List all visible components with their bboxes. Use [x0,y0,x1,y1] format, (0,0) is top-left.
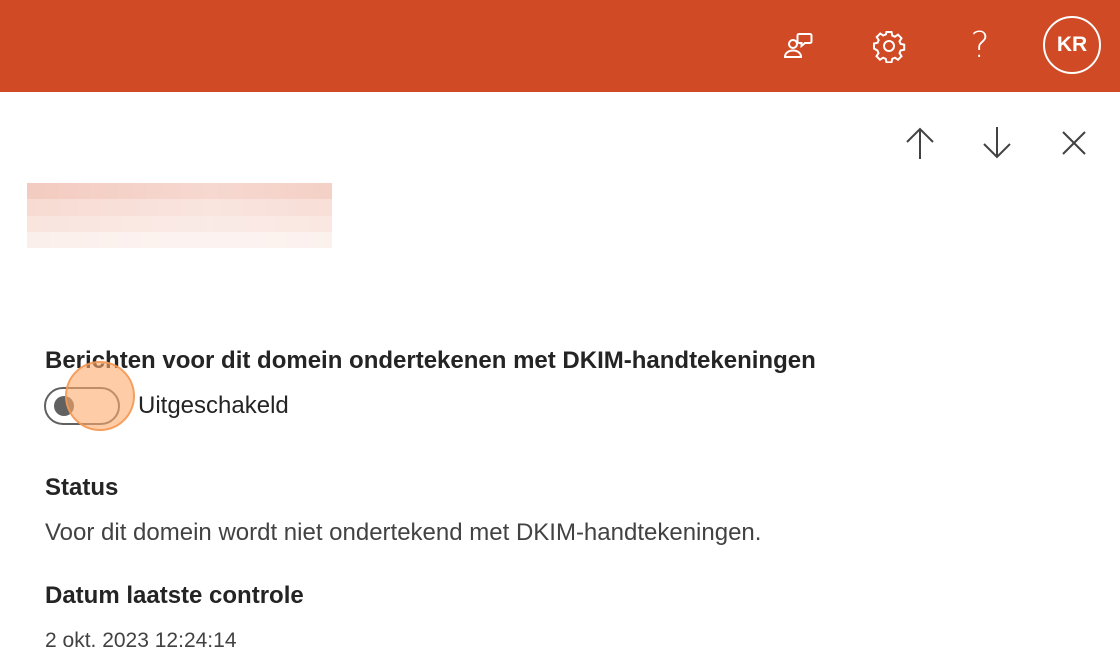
toggle-knob [54,396,74,416]
dkim-toggle-row: Uitgeschakeld [44,361,289,431]
feedback-button[interactable] [776,24,820,68]
feedback-icon [783,33,813,58]
dkim-toggle-state: Uitgeschakeld [138,392,289,419]
gear-icon [873,31,906,63]
help-button[interactable]: ? [958,24,1002,68]
dkim-toggle[interactable] [44,361,135,431]
last-check-label: Datum laatste controle [45,582,304,609]
previous-item-button[interactable] [900,122,940,164]
status-value: Voor dit domein wordt niet ondertekend m… [45,519,762,546]
close-panel-button[interactable] [1054,122,1094,164]
avatar[interactable]: KR [1043,16,1101,74]
close-icon [1062,131,1086,155]
arrow-up-icon [906,127,934,159]
settings-button[interactable] [867,24,911,68]
top-bar: ? KR [0,0,1120,92]
next-item-button[interactable] [977,122,1017,164]
status-label: Status [45,474,119,501]
last-check-value: 2 okt. 2023 12:24:14 [45,629,237,652]
arrow-down-icon [983,127,1011,159]
help-icon: ? [970,25,990,66]
redacted-domain-title [27,183,332,248]
dkim-signing-label: Berichten voor dit domein ondertekenen m… [45,347,816,374]
